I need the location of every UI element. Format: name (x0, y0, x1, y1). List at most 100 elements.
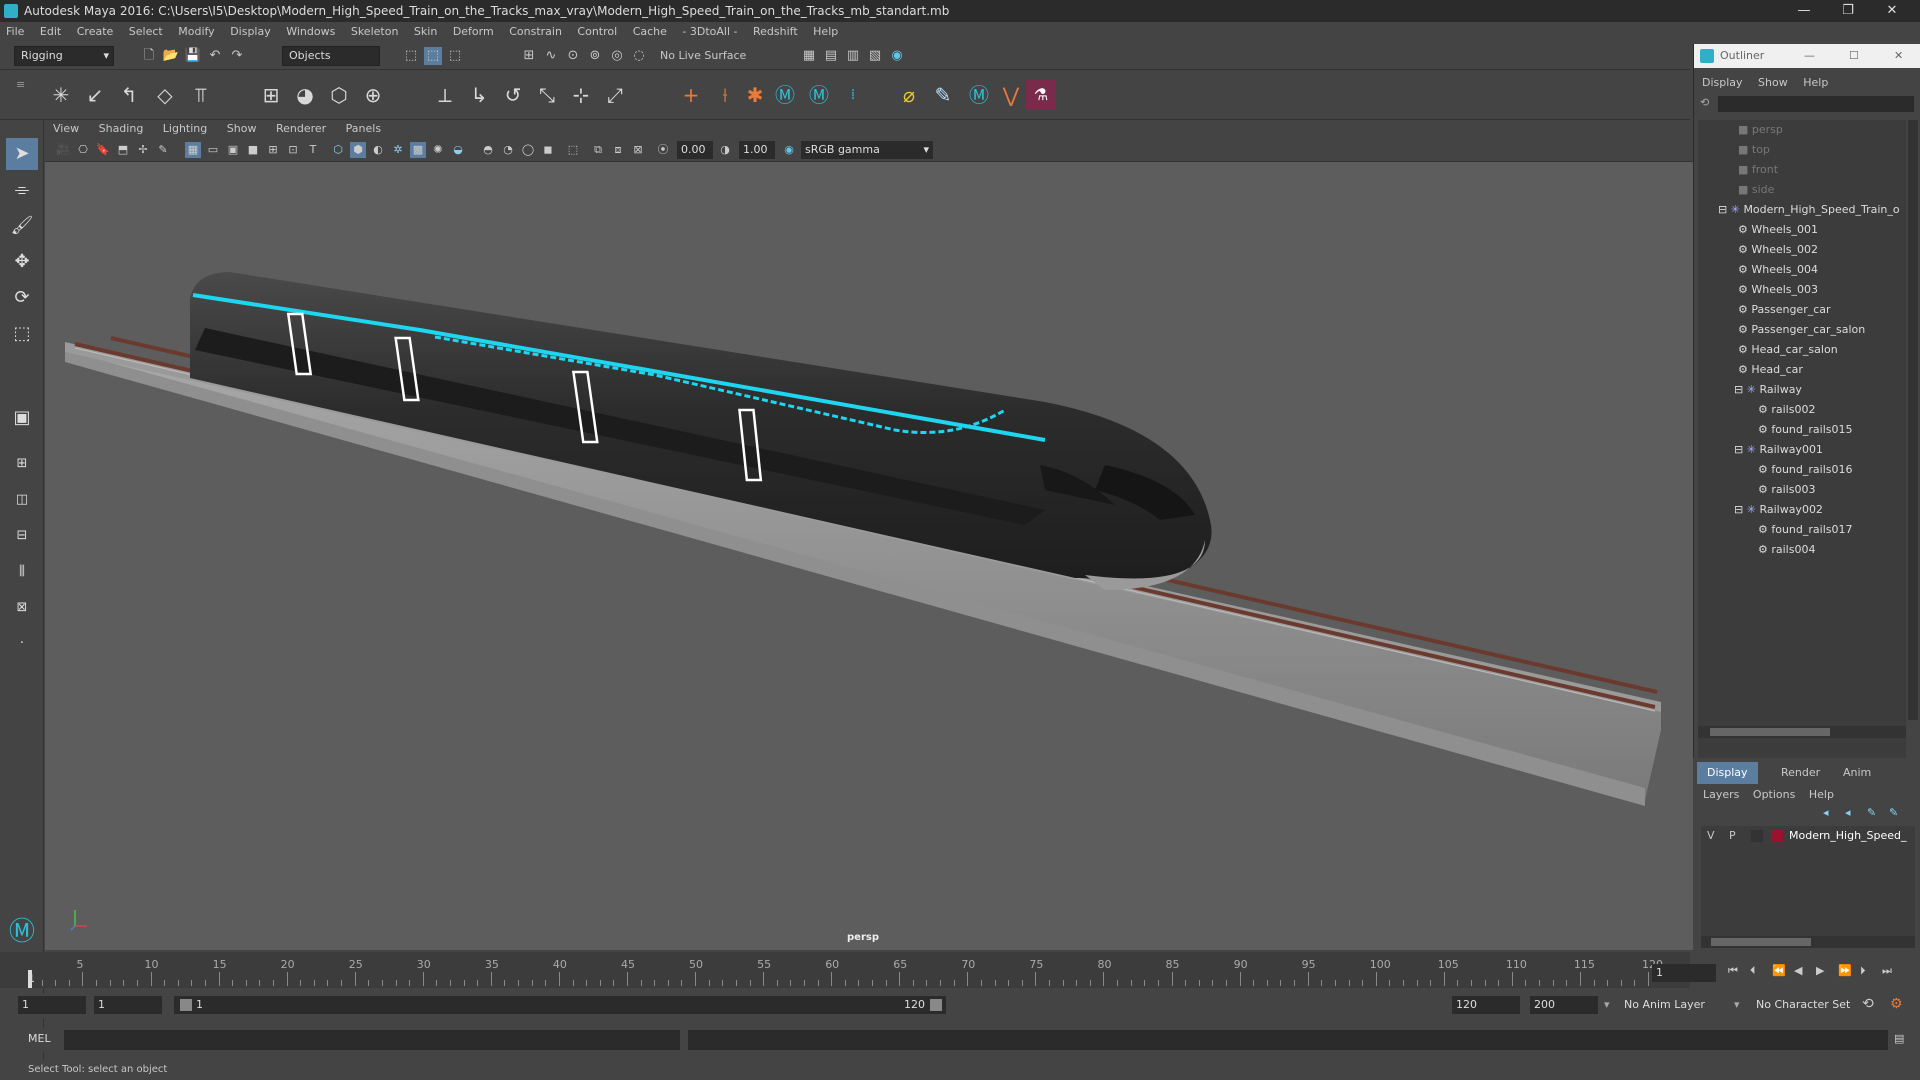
outliner-item[interactable]: ⚙ rails002 (1758, 400, 1815, 420)
rotate-tool-icon[interactable]: ⟳ (6, 282, 38, 314)
bind-skin-icon[interactable]: ⊞ (256, 80, 286, 110)
move-tool-icon[interactable]: ✥ (6, 246, 38, 278)
collapse-icon[interactable]: ⊟ (1734, 383, 1747, 396)
step-forward-key-icon[interactable]: ⏩ (1838, 964, 1852, 977)
paint-weights-icon[interactable]: ⌀ (894, 80, 924, 110)
smooth-shade-icon[interactable]: ⬢ (350, 142, 366, 158)
go-end-icon[interactable]: ⏭ (1882, 964, 1892, 978)
layout-graph-icon[interactable]: ⫼ (6, 556, 38, 588)
go-start-icon[interactable]: ⏮ (1728, 964, 1738, 978)
xray-joints-icon[interactable]: ⧈ (610, 142, 626, 158)
outliner-item[interactable]: ■ side (1738, 180, 1774, 200)
snap-live-icon[interactable]: ◌ (630, 47, 648, 65)
move-layer-up-icon[interactable]: ◂ (1823, 806, 1829, 819)
render-settings-icon[interactable]: ▧ (866, 47, 884, 65)
layer-hscrollbar[interactable] (1701, 936, 1915, 948)
character-set-dropdown[interactable]: No Character Set (1752, 996, 1860, 1014)
orient-constraint-icon[interactable]: ↺ (498, 80, 528, 110)
vp-menu-lighting[interactable]: Lighting (163, 120, 207, 138)
collapse-icon[interactable]: ⊟ (1734, 443, 1747, 456)
layer-playback-toggle[interactable]: P (1729, 826, 1736, 846)
menu-constrain[interactable]: Constrain (509, 22, 562, 42)
select-object-icon[interactable]: ⬚ (424, 47, 442, 65)
time-slider[interactable]: 5 10 15 20 25 30 35 40 45 50 55 60 65 70 75 80 85 90 95 100… (0, 952, 1690, 988)
layer-color-swatch[interactable] (1771, 830, 1783, 842)
step-back-key-icon[interactable]: ⏪ (1772, 964, 1786, 977)
tab-anim[interactable]: Anim (1833, 762, 1881, 784)
joint-tool-icon[interactable]: ✳ (46, 80, 76, 110)
layer-name[interactable]: Modern_High_Speed_ (1789, 826, 1913, 846)
hik-retarget-icon[interactable]: Ⓜ (964, 80, 994, 110)
range-start-handle[interactable] (180, 999, 192, 1011)
play-forwards-icon[interactable]: ▶ (1816, 964, 1824, 977)
outliner-item[interactable]: ⊟ ✳ Modern_High_Speed_Train_o (1718, 200, 1900, 220)
minimize-button[interactable]: — (1804, 44, 1815, 68)
outliner-item[interactable]: ⚙ found_rails017 (1758, 520, 1853, 540)
outliner-search-input[interactable] (1718, 96, 1914, 112)
ik-fk-icon[interactable]: ✱ (740, 80, 770, 110)
scale-tool-icon[interactable]: ⬚ (6, 318, 38, 350)
scrollbar-thumb[interactable] (1711, 938, 1811, 946)
single-view-icon[interactable]: ▣ (6, 402, 38, 434)
outliner-vscrollbar[interactable] (1908, 120, 1918, 720)
shadows-icon[interactable]: ◒ (450, 142, 466, 158)
tab-render[interactable]: Render (1771, 762, 1830, 784)
outliner-item[interactable]: ⚙ found_rails015 (1758, 420, 1853, 440)
menu-windows[interactable]: Windows (286, 22, 335, 42)
selection-mode-dropdown[interactable]: Objects (282, 46, 380, 66)
live-surface-label[interactable]: No Live Surface (660, 48, 746, 64)
outliner-item[interactable]: ⚙ Wheels_002 (1738, 240, 1818, 260)
grid-icon[interactable]: ▦ (185, 142, 201, 158)
view-transform-dropdown[interactable]: sRGB gamma ▾ (801, 141, 933, 159)
outliner-item[interactable]: ⊟ ✳ Railway002 (1734, 500, 1823, 520)
close-button[interactable]: ✕ (1894, 44, 1903, 68)
restore-button[interactable]: ❐ (1826, 0, 1870, 22)
redo-icon[interactable]: ↷ (228, 47, 246, 65)
menu-skin[interactable]: Skin (414, 22, 437, 42)
four-view-icon[interactable]: ⊞ (6, 448, 38, 480)
menu-help[interactable]: Help (813, 22, 838, 42)
outliner-item[interactable]: ⚙ rails004 (1758, 540, 1815, 560)
layout-custom-icon[interactable]: · (6, 628, 38, 660)
vp-menu-shading[interactable]: Shading (99, 120, 144, 138)
new-scene-icon[interactable]: 🗋 (140, 47, 158, 65)
outliner-item[interactable]: ⊟ ✳ Railway (1734, 380, 1802, 400)
layer-menu-help[interactable]: Help (1809, 788, 1834, 801)
menu-modify[interactable]: Modify (178, 22, 214, 42)
point-constraint-icon[interactable]: ⟂ (430, 80, 460, 110)
viewport-persp[interactable]: persp (45, 120, 1693, 950)
insert-joint-icon[interactable]: ◇ (150, 80, 180, 110)
vp-menu-renderer[interactable]: Renderer (276, 120, 326, 138)
filter-icon[interactable]: ⟲ (1700, 96, 1714, 110)
menu-select[interactable]: Select (129, 22, 163, 42)
command-input[interactable] (64, 1030, 680, 1050)
select-hierarchy-icon[interactable]: ⬚ (402, 47, 420, 65)
camera-icon[interactable]: 🎥 (55, 142, 71, 158)
skin-weight-icon[interactable]: ✎ (928, 80, 958, 110)
outliner-item[interactable]: ⚙ Wheels_004 (1738, 260, 1818, 280)
menu-file[interactable]: File (6, 22, 24, 42)
menu-3dtoall[interactable]: - 3DtoAll - (682, 22, 737, 42)
auto-key-icon[interactable]: ⟲ (1862, 996, 1874, 1012)
bookmark-icon[interactable]: 🔖 (95, 142, 111, 158)
shader-ball-icon[interactable]: ⚗ (1026, 80, 1056, 110)
start-frame-field[interactable]: 1 (18, 996, 86, 1014)
exposure-field[interactable]: 0.00 (677, 141, 713, 159)
minimize-button[interactable]: — (1782, 0, 1826, 22)
paint-select-icon[interactable]: 🖌 (6, 210, 38, 242)
xray-icon[interactable]: ⧉ (590, 142, 606, 158)
gamma-icon[interactable]: ◑ (717, 142, 733, 158)
save-scene-icon[interactable]: 💾 (184, 47, 202, 65)
outliner-menu-show[interactable]: Show (1758, 76, 1788, 89)
aim-constraint-icon[interactable]: ↳ (464, 80, 494, 110)
color-management-icon[interactable]: ◉ (781, 142, 797, 158)
image-plane-icon[interactable]: ⬒ (115, 142, 131, 158)
chevron-down-icon[interactable]: ▾ (1604, 998, 1610, 1011)
gamma-field[interactable]: 1.00 (739, 141, 775, 159)
open-scene-icon[interactable]: 📂 (162, 47, 180, 65)
menu-create[interactable]: Create (77, 22, 114, 42)
layer-visibility-toggle[interactable]: V (1707, 826, 1715, 846)
lasso-tool-icon[interactable]: ⌯ (6, 174, 38, 206)
timeline-track[interactable]: 5 10 15 20 25 30 35 40 45 50 55 60 65 70 75 80 85 90 95 100… (28, 952, 1663, 988)
end-frame-field[interactable]: 120 (1452, 996, 1520, 1014)
